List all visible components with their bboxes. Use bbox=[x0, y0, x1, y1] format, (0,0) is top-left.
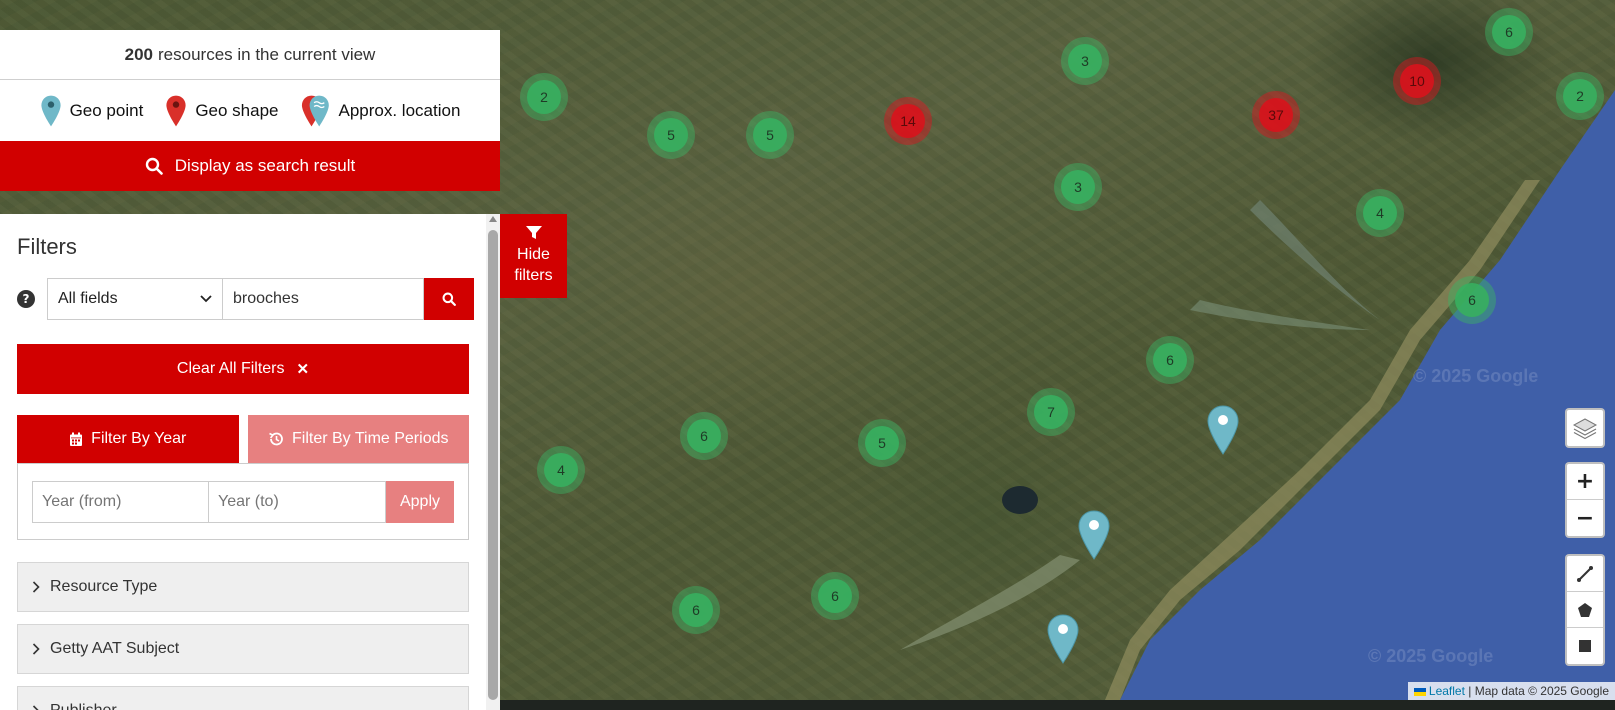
year-range-box: Apply bbox=[17, 463, 469, 540]
map-cluster-marker[interactable]: 5 bbox=[647, 111, 695, 159]
display-as-search-result-label: Display as search result bbox=[174, 156, 356, 175]
ukraine-flag-icon bbox=[1413, 687, 1426, 696]
search-icon bbox=[145, 157, 163, 175]
geo-shape-pin-icon bbox=[166, 95, 186, 126]
filter-tabs: Filter By Year Filter By Time Periods bbox=[17, 415, 469, 463]
legend-geo-shape-label: Geo shape bbox=[195, 100, 279, 120]
map-watermark: © 2025 Google bbox=[1368, 646, 1494, 666]
map-cluster-marker[interactable]: 2 bbox=[520, 73, 568, 121]
chevron-right-icon bbox=[32, 643, 40, 655]
map-attribution: Leaflet | Map data © 2025 Google bbox=[1407, 682, 1615, 700]
accordion-publisher-label: Publisher bbox=[50, 702, 117, 710]
geo-point-pin-icon bbox=[40, 95, 61, 126]
legend-geo-point-label: Geo point bbox=[69, 100, 144, 120]
filters-scrollbar[interactable] bbox=[486, 214, 500, 710]
map-cluster-marker[interactable]: 4 bbox=[1356, 189, 1404, 237]
tab-filter-by-time-periods-label: Filter By Time Periods bbox=[292, 430, 449, 447]
approx-location-pin-icon bbox=[301, 95, 329, 126]
map-cluster-marker[interactable]: 5 bbox=[746, 111, 794, 159]
accordion-resource-type[interactable]: Resource Type bbox=[17, 562, 469, 612]
apply-year-button[interactable]: Apply bbox=[386, 480, 454, 523]
field-select-dropdown[interactable]: All fields bbox=[47, 278, 223, 320]
results-count-text: resources in the current view bbox=[158, 44, 376, 64]
scrollbar-thumb[interactable] bbox=[488, 230, 498, 700]
draw-rectangle-icon[interactable] bbox=[1567, 628, 1603, 664]
results-count-number: 200 bbox=[124, 44, 154, 64]
map-cluster-marker[interactable]: 37 bbox=[1252, 91, 1300, 139]
accordion-resource-type-label: Resource Type bbox=[50, 578, 158, 595]
zoom-out-button[interactable]: − bbox=[1567, 500, 1603, 536]
filter-icon bbox=[525, 226, 542, 239]
geo-point-marker[interactable] bbox=[1207, 405, 1239, 455]
tab-filter-by-year-label: Filter By Year bbox=[91, 430, 187, 447]
map-cluster-marker[interactable]: 5 bbox=[858, 419, 906, 467]
geo-point-marker[interactable] bbox=[1047, 614, 1079, 664]
map-cluster-marker[interactable]: 7 bbox=[1027, 388, 1075, 436]
map-cluster-marker[interactable]: 14 bbox=[884, 97, 932, 145]
help-icon[interactable]: ? bbox=[17, 290, 35, 308]
clear-all-filters-button[interactable]: Clear All Filters ✕ bbox=[17, 344, 469, 394]
scroll-up-arrow-icon[interactable] bbox=[486, 216, 500, 228]
map-cluster-marker[interactable]: 4 bbox=[537, 446, 585, 494]
map-data-credit: | Map data © 2025 Google bbox=[1468, 684, 1609, 698]
map-cluster-marker[interactable]: 6 bbox=[1146, 336, 1194, 384]
filter-search-row: ? All fields bbox=[17, 278, 474, 320]
hide-filters-label-line1: Hide bbox=[517, 246, 550, 263]
legend-geo-shape: Geo shape bbox=[165, 95, 279, 127]
display-as-search-result-button[interactable]: Display as search result bbox=[0, 141, 500, 191]
map-cluster-marker[interactable]: 6 bbox=[680, 412, 728, 460]
field-select-value: All fields bbox=[58, 290, 118, 307]
marker-legend: Geo point Geo shape Approx. location bbox=[0, 80, 500, 141]
filters-panel: Filters ? All fields Clear All Filters ✕ bbox=[0, 214, 500, 710]
map-cluster-marker[interactable]: 10 bbox=[1393, 57, 1441, 105]
results-panel: 200 resources in the current view Geo po… bbox=[0, 30, 500, 191]
legend-geo-point: Geo point bbox=[40, 95, 144, 127]
geo-point-marker[interactable] bbox=[1078, 510, 1110, 560]
filter-search-input[interactable] bbox=[223, 278, 424, 320]
tab-filter-by-time-periods[interactable]: Filter By Time Periods bbox=[247, 415, 469, 463]
map-cluster-marker[interactable]: 3 bbox=[1061, 37, 1109, 85]
year-from-input[interactable] bbox=[32, 480, 209, 523]
results-count: 200 resources in the current view bbox=[0, 30, 500, 80]
close-icon: ✕ bbox=[296, 361, 310, 378]
leaflet-link[interactable]: Leaflet bbox=[1429, 684, 1465, 698]
clear-all-filters-label: Clear All Filters bbox=[176, 360, 285, 377]
map-cluster-marker[interactable]: 3 bbox=[1054, 163, 1102, 211]
zoom-in-button[interactable]: + bbox=[1567, 464, 1603, 500]
accordion-publisher[interactable]: Publisher bbox=[17, 686, 469, 710]
search-icon bbox=[442, 292, 456, 306]
draw-toolbar bbox=[1565, 554, 1605, 666]
map-cluster-marker[interactable]: 6 bbox=[672, 586, 720, 634]
calendar-icon bbox=[70, 432, 83, 446]
filters-title: Filters bbox=[17, 234, 77, 259]
map-bottom-bar bbox=[500, 700, 1615, 710]
legend-approx-location-label: Approx. location bbox=[338, 100, 461, 120]
map-cluster-marker[interactable]: 6 bbox=[811, 572, 859, 620]
chevron-right-icon bbox=[32, 581, 40, 593]
map-cluster-marker[interactable]: 6 bbox=[1448, 276, 1496, 324]
map-cluster-marker[interactable]: 6 bbox=[1485, 8, 1533, 56]
tab-filter-by-year[interactable]: Filter By Year bbox=[17, 415, 239, 463]
hide-filters-button[interactable]: Hide filters bbox=[500, 214, 567, 298]
layers-icon[interactable] bbox=[1567, 410, 1603, 446]
legend-approx-location: Approx. location bbox=[301, 95, 461, 127]
year-to-input[interactable] bbox=[209, 480, 386, 523]
zoom-control: + − bbox=[1565, 462, 1605, 538]
hide-filters-label-line2: filters bbox=[514, 267, 553, 284]
draw-polyline-icon[interactable] bbox=[1567, 556, 1603, 592]
accordion-getty-aat-subject[interactable]: Getty AAT Subject bbox=[17, 624, 469, 674]
chevron-down-icon bbox=[200, 295, 212, 303]
draw-polygon-icon[interactable] bbox=[1567, 592, 1603, 628]
map-cluster-marker[interactable]: 2 bbox=[1556, 72, 1604, 120]
map-watermark: © 2025 Google bbox=[1413, 366, 1539, 386]
filter-search-button[interactable] bbox=[424, 278, 474, 320]
layers-control[interactable] bbox=[1565, 408, 1605, 448]
accordion-getty-aat-subject-label: Getty AAT Subject bbox=[50, 640, 180, 657]
chevron-right-icon bbox=[32, 705, 39, 710]
history-icon bbox=[269, 432, 283, 446]
